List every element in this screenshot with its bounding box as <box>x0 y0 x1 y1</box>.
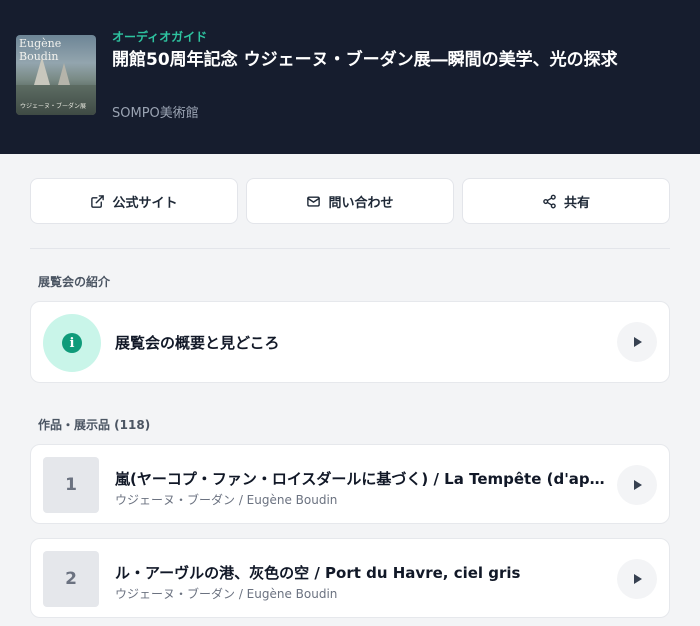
play-icon[interactable] <box>617 465 657 505</box>
intro-card-label: 展覧会の概要と見どころ <box>115 334 280 352</box>
exhibition-title: 開館50周年記念 ウジェーヌ・ブーダン展―瞬間の美学、光の探求 <box>112 50 618 70</box>
artwork-artist: ウジェーヌ・ブーダン / Eugène Boudin <box>115 493 338 507</box>
play-icon[interactable] <box>617 559 657 599</box>
artwork-artist: ウジェーヌ・ブーダン / Eugène Boudin <box>115 587 338 601</box>
share-label: 共有 <box>563 195 590 211</box>
artwork-list-item[interactable]: 1 嵐(ヤーコプ・ファン・ロイスダールに基づく) / La Tempête (d… <box>30 444 670 524</box>
share-button[interactable]: 共有 <box>462 178 670 224</box>
works-section-heading: 作品・展示品 (118) <box>38 418 151 432</box>
artwork-number: 2 <box>43 551 99 607</box>
intro-section-heading: 展覧会の紹介 <box>38 275 111 289</box>
artwork-list-item[interactable]: 2 ル・アーヴルの港、灰色の空 / Port du Havre, ciel gr… <box>30 538 670 618</box>
divider <box>30 248 670 249</box>
share-icon <box>543 194 556 208</box>
official-site-button[interactable]: 公式サイト <box>30 178 238 224</box>
artwork-number: 1 <box>43 457 99 513</box>
artwork-title: ル・アーヴルの港、灰色の空 / Port du Havre, ciel gris <box>115 564 521 582</box>
exhibition-header: Eugène Boudin ウジェーヌ・ブーダン展 オーディオガイド 開館50周… <box>0 0 700 154</box>
audio-guide-label: オーディオガイド <box>112 30 208 44</box>
exhibition-intro-card[interactable]: i 展覧会の概要と見どころ <box>30 301 670 383</box>
cover-title: Eugène Boudin <box>19 37 62 63</box>
exhibition-cover-image: Eugène Boudin ウジェーヌ・ブーダン展 <box>16 35 96 115</box>
contact-label: 問い合わせ <box>328 195 394 211</box>
play-icon[interactable] <box>617 322 657 362</box>
official-site-label: 公式サイト <box>112 195 178 211</box>
info-icon: i <box>43 314 101 372</box>
contact-button[interactable]: 問い合わせ <box>246 178 454 224</box>
cover-subtitle: ウジェーヌ・ブーダン展 <box>20 103 87 110</box>
mail-icon <box>307 195 321 207</box>
venue-name: SOMPO美術館 <box>112 106 199 121</box>
artwork-title: 嵐(ヤーコプ・ファン・ロイスダールに基づく) / La Tempête (d'a… <box>115 470 605 488</box>
external-link-icon <box>91 194 105 208</box>
